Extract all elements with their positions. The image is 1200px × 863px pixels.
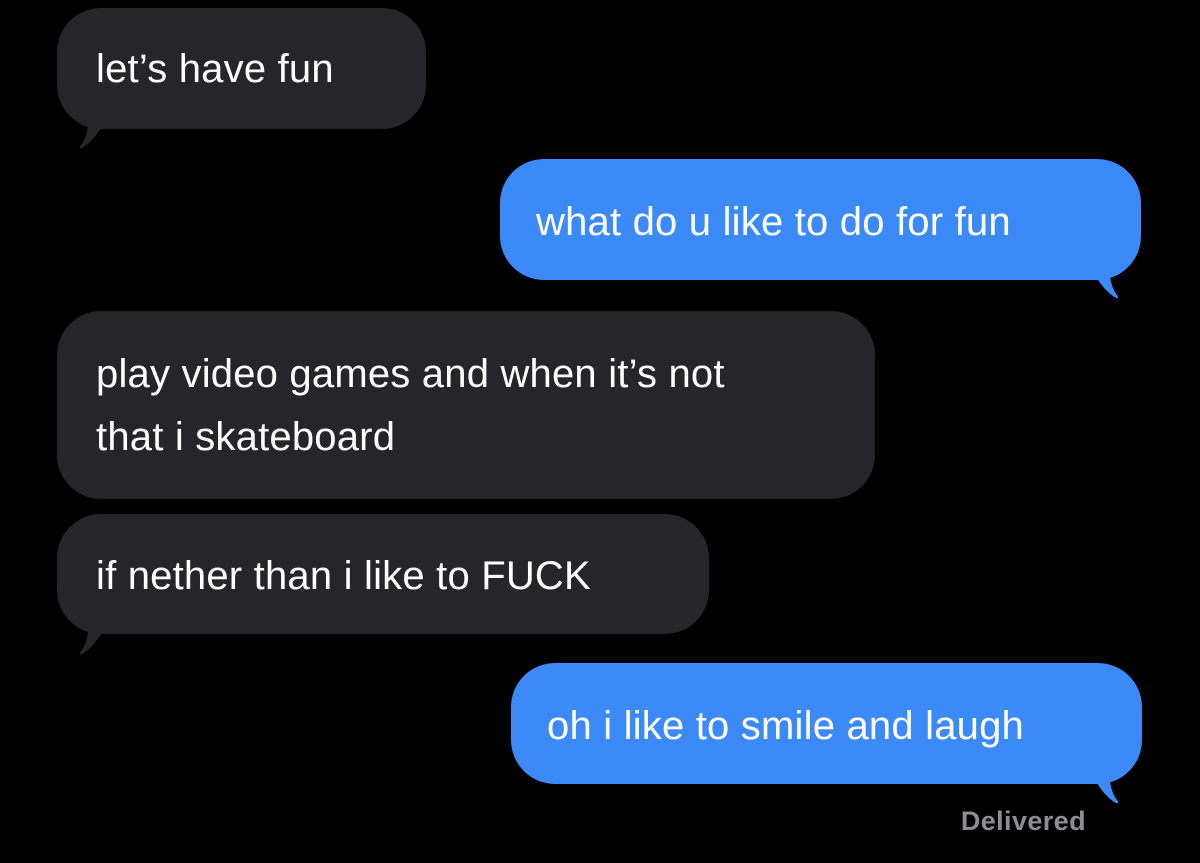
message-thread: let’s have fun what do u like to do for …: [0, 0, 1200, 863]
bubble-tail-icon: [1080, 254, 1120, 299]
bubble-tail-icon: [78, 104, 118, 149]
message-text: oh i like to smile and laugh: [547, 704, 1024, 748]
received-message-bubble[interactable]: play video games and when it’s not that …: [57, 311, 875, 499]
received-message-bubble[interactable]: if nether than i like to FUCK: [57, 514, 709, 634]
message-text: let’s have fun: [96, 47, 334, 91]
sent-message-bubble[interactable]: what do u like to do for fun: [500, 159, 1141, 280]
bubble-tail-icon: [78, 610, 118, 655]
message-text: if nether than i like to FUCK: [96, 554, 591, 598]
message-text-line: that i skateboard: [96, 415, 396, 459]
message-text: what do u like to do for fun: [536, 200, 1011, 244]
bubble-tail-icon: [1080, 759, 1120, 804]
delivered-status: Delivered: [960, 806, 1086, 836]
message-text-line: play video games and when it’s not: [96, 352, 725, 396]
sent-message-bubble[interactable]: oh i like to smile and laugh: [511, 663, 1142, 784]
